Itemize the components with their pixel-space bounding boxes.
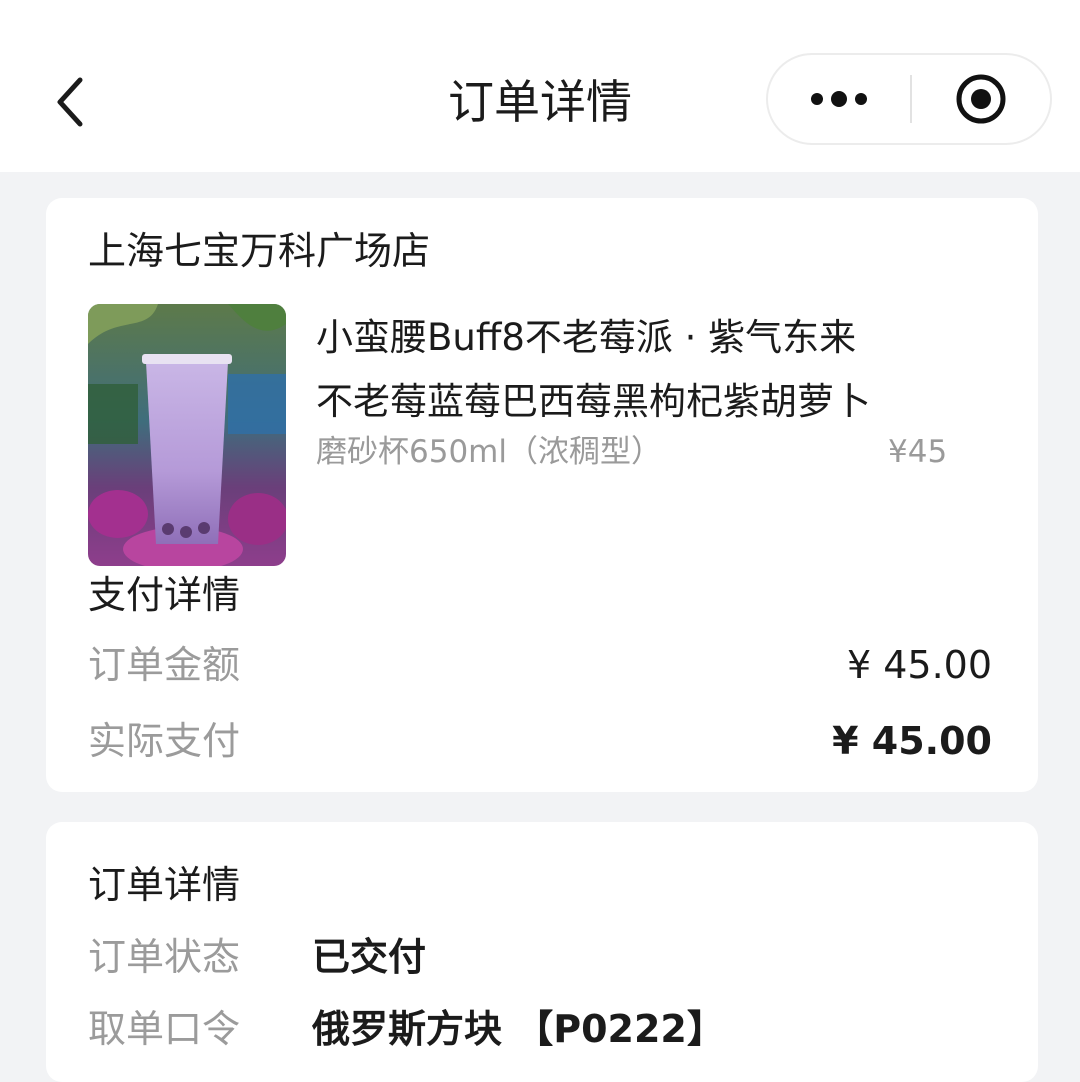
order-status-value: 已交付 [312, 935, 427, 979]
store-name: 上海七宝万科广场店 [88, 229, 431, 273]
order-amount-value: ¥ 45.00 [846, 643, 992, 687]
product-name: 小蛮腰Buff8不老莓派 · 紫气东来 不老莓蓝莓巴西莓黑枸杞紫胡萝卜 [316, 306, 1006, 434]
purple-drink-icon [88, 304, 286, 566]
pickup-code-label: 取单口令 [88, 1007, 241, 1051]
target-icon [956, 74, 1006, 124]
pickup-code-value: 俄罗斯方块 【P0222】 [312, 1007, 725, 1051]
nav-bar: 订单详情 [0, 0, 1080, 172]
product-spec: 磨砂杯650ml（浓稠型） [316, 434, 662, 470]
product-name-line1: 小蛮腰Buff8不老莓派 · 紫气东来 [316, 316, 857, 359]
capsule-menu [766, 53, 1052, 145]
actual-paid-value: ¥ 45.00 [832, 719, 992, 763]
product-price: ¥45 [888, 434, 948, 470]
order-details-card: 订单详情 订单状态 已交付 取单口令 俄罗斯方块 【P0222】 [46, 822, 1038, 1082]
order-card: 上海七宝万科广场店 小蛮腰Buff8不老莓派 · 紫气东来 不老莓蓝莓巴西莓黑枸… [46, 198, 1038, 792]
order-status-label: 订单状态 [88, 935, 241, 979]
product-name-line2: 不老莓蓝莓巴西莓黑枸杞紫胡萝卜 [316, 380, 871, 423]
more-dots-icon [811, 91, 867, 107]
order-amount-label: 订单金额 [88, 643, 241, 687]
payment-section-title: 支付详情 [88, 573, 241, 617]
close-miniprogram-button[interactable] [912, 55, 1050, 143]
actual-paid-label: 实际支付 [88, 719, 241, 763]
more-button[interactable] [768, 55, 910, 143]
order-details-title: 订单详情 [88, 863, 241, 907]
product-image[interactable] [88, 304, 286, 566]
